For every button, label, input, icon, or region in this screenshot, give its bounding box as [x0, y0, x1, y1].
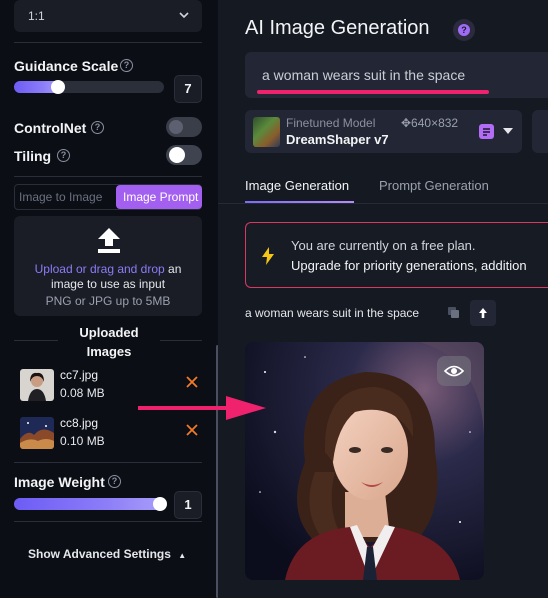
- divider: [14, 176, 202, 177]
- toggle-knob: [169, 120, 183, 134]
- tab-prompt-generation[interactable]: Prompt Generation: [379, 178, 489, 193]
- help-icon[interactable]: ?: [91, 121, 104, 134]
- caret-up-icon: ▲: [178, 551, 187, 560]
- prompt-highlight: [257, 90, 489, 94]
- chevron-down-icon: [179, 12, 189, 19]
- secondary-selector[interactable]: [532, 110, 548, 153]
- model-thumbnail: [253, 117, 280, 147]
- divider: [14, 340, 58, 341]
- file-size: 0.08 MB: [60, 386, 105, 400]
- divider: [14, 42, 202, 43]
- model-selector[interactable]: Finetuned Model DreamShaper v7 ✥640×832: [245, 110, 522, 153]
- use-prompt-button[interactable]: [470, 300, 496, 326]
- help-icon[interactable]: ?: [453, 19, 475, 41]
- eye-icon: [443, 365, 465, 377]
- tiling-toggle[interactable]: [166, 145, 202, 165]
- banner-text: You are currently on a free plan.: [291, 238, 476, 253]
- controlnet-toggle[interactable]: [166, 117, 202, 137]
- tiling-label: Tiling: [14, 148, 52, 164]
- guidance-scale-label: Guidance Scale: [14, 58, 119, 74]
- prompt-input[interactable]: a woman wears suit in the space: [245, 52, 548, 98]
- copy-icon[interactable]: [447, 306, 460, 319]
- upload-instruction: Upload or drag and drop an: [14, 262, 202, 276]
- slider-fill: [14, 498, 163, 510]
- file-size: 0.10 MB: [60, 434, 105, 448]
- divider: [160, 340, 202, 341]
- model-dimensions: ✥640×832: [401, 116, 459, 130]
- tab-image-generation[interactable]: Image Generation: [245, 178, 349, 193]
- divider: [14, 462, 202, 463]
- show-advanced-settings-button[interactable]: Show Advanced Settings ▲: [28, 547, 186, 561]
- aspect-ratio-select[interactable]: 1:1: [14, 0, 202, 32]
- upload-icon: [98, 228, 120, 253]
- chevron-down-icon[interactable]: [503, 128, 513, 134]
- advanced-settings-label: Show Advanced Settings: [28, 547, 171, 561]
- image-weight-value[interactable]: 1: [174, 491, 202, 519]
- file-name: cc8.jpg: [60, 416, 99, 430]
- upload-hint: PNG or JPG up to 5MB: [45, 294, 171, 308]
- upload-instruction-line2: image to use as input: [50, 277, 166, 291]
- file-name: cc7.jpg: [60, 368, 99, 382]
- uploaded-images-title: Uploaded Images: [79, 325, 139, 359]
- toggle-visibility-button[interactable]: [437, 356, 471, 386]
- banner-upgrade-text: Upgrade for priority generations, additi…: [291, 258, 527, 273]
- divider: [14, 521, 202, 522]
- guidance-scale-value[interactable]: 7: [174, 75, 202, 103]
- tab-image-to-image[interactable]: Image to Image: [15, 185, 115, 209]
- model-caption: Finetuned Model: [286, 116, 376, 130]
- prompt-text: a woman wears suit in the space: [262, 67, 466, 83]
- active-tab-indicator: [245, 201, 354, 203]
- help-icon[interactable]: ?: [57, 149, 70, 162]
- upload-link[interactable]: Upload or drag and drop: [35, 262, 165, 276]
- tabs-divider: [218, 203, 548, 204]
- upgrade-banner[interactable]: You are currently on a free plan. Upgrad…: [245, 222, 548, 288]
- left-sidebar: 1:1 Guidance Scale ? 7 ControlNet ? Tili…: [0, 0, 218, 598]
- file-thumbnail: [20, 369, 54, 401]
- help-icon[interactable]: ?: [120, 59, 133, 72]
- guidance-scale-slider[interactable]: [14, 80, 164, 94]
- slider-handle[interactable]: [153, 497, 167, 511]
- slider-handle[interactable]: [51, 80, 65, 94]
- upload-instruction-rest: an: [164, 262, 182, 276]
- annotation-arrow: [138, 396, 266, 420]
- help-icon[interactable]: ?: [108, 475, 121, 488]
- document-icon[interactable]: [479, 124, 494, 139]
- file-thumbnail: [20, 417, 54, 449]
- remove-file-icon[interactable]: [186, 376, 198, 388]
- arrow-up-icon: [479, 308, 487, 318]
- page-title: AI Image Generation: [245, 17, 430, 39]
- input-mode-tabs: Image to Image Image Prompt: [14, 184, 202, 210]
- result-prompt: a woman wears suit in the space: [245, 306, 420, 320]
- controlnet-label: ControlNet: [14, 120, 87, 136]
- upload-dropzone[interactable]: Upload or drag and drop an image to use …: [14, 216, 202, 316]
- model-name: DreamShaper v7: [286, 132, 389, 147]
- toggle-knob: [169, 147, 185, 163]
- aspect-ratio-value: 1:1: [28, 9, 45, 23]
- tab-image-prompt[interactable]: Image Prompt: [116, 185, 202, 209]
- lightning-icon: [262, 247, 274, 265]
- main-panel: AI Image Generation ? a woman wears suit…: [218, 0, 548, 598]
- generated-image[interactable]: [245, 342, 484, 580]
- image-weight-label: Image Weight: [14, 474, 105, 490]
- image-weight-slider[interactable]: [14, 497, 167, 511]
